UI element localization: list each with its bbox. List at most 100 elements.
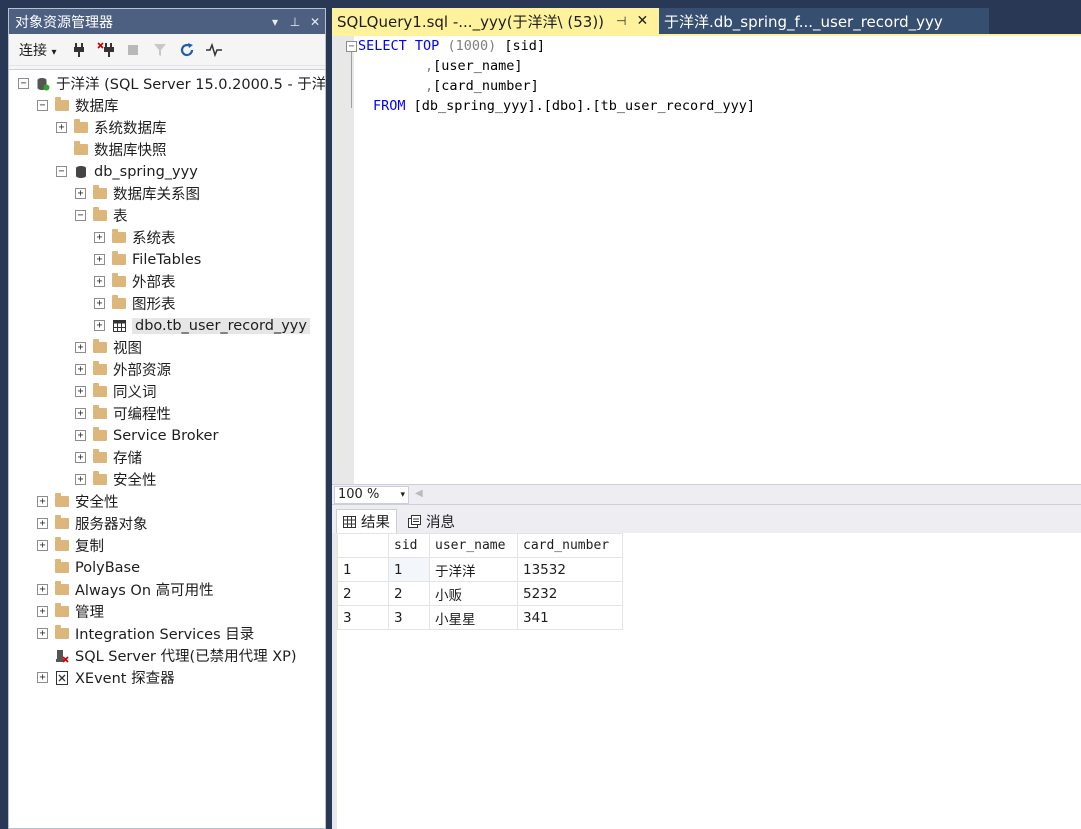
stop-icon[interactable] — [122, 39, 144, 61]
refresh-icon[interactable] — [176, 39, 198, 61]
expand-icon[interactable]: + — [94, 276, 105, 287]
tree-node-programmability[interactable]: + 可编程性 — [75, 403, 171, 424]
row-number[interactable]: 2 — [337, 581, 389, 606]
expand-icon[interactable]: + — [37, 540, 48, 551]
tree-node-filetables[interactable]: + FileTables — [94, 249, 201, 270]
expand-icon[interactable]: + — [37, 628, 48, 639]
row-number[interactable]: 3 — [337, 605, 389, 630]
tree-node-snapshots[interactable]: 数据库快照 — [56, 139, 167, 160]
tree-label: Service Broker — [113, 427, 219, 444]
expand-icon[interactable]: + — [37, 496, 48, 507]
tree-node-system-databases[interactable]: + 系统数据库 — [56, 117, 167, 138]
close-icon[interactable]: ✕ — [305, 15, 325, 29]
collapse-icon[interactable]: − — [18, 78, 29, 89]
expand-icon[interactable]: + — [37, 606, 48, 617]
tab-results[interactable]: 结果 — [336, 509, 397, 533]
tree-node-xevent[interactable]: + XEvent 探查器 — [37, 667, 175, 688]
expand-icon[interactable]: + — [94, 298, 105, 309]
table-row[interactable]: 3 3 小星星 341 — [337, 605, 623, 630]
tree-node-security[interactable]: + 安全性 — [37, 491, 119, 512]
row-number-header[interactable] — [337, 533, 389, 558]
tree-label: 服务器对象 — [75, 517, 148, 533]
expand-icon[interactable]: + — [75, 188, 86, 199]
column-header[interactable]: card_number — [517, 533, 623, 558]
tree-node-service-broker[interactable]: + Service Broker — [75, 425, 218, 446]
tree-node-agent[interactable]: SQL Server 代理(已禁用代理 XP) — [37, 645, 297, 666]
connect-button[interactable]: 连接 ▾ — [15, 38, 60, 62]
expand-icon[interactable]: + — [37, 518, 48, 529]
pin-icon[interactable]: ⊥ — [285, 15, 305, 29]
disconnect-icon[interactable] — [95, 39, 117, 61]
results-grid[interactable]: sid user_name card_number 1 1 于洋洋 13532 … — [337, 533, 623, 630]
expand-icon[interactable]: + — [94, 254, 105, 265]
tree-node-system-tables[interactable]: + 系统表 — [94, 227, 176, 248]
tree-label: 外部表 — [132, 275, 176, 291]
table-row[interactable]: 2 2 小贩 5232 — [337, 581, 623, 606]
column-header[interactable]: sid — [388, 533, 430, 558]
expand-icon[interactable]: + — [94, 320, 105, 331]
expand-icon[interactable]: + — [94, 232, 105, 243]
row-number[interactable]: 1 — [337, 557, 389, 582]
grid-cell[interactable]: 小贩 — [429, 581, 518, 606]
tree-node-external-resources[interactable]: + 外部资源 — [75, 359, 171, 380]
pin-icon[interactable]: ⊣ — [616, 14, 626, 28]
tree-node-database[interactable]: − db_spring_yyy — [56, 161, 198, 182]
zoom-bar: 100 % ▾ ◀ — [332, 484, 1081, 504]
collapse-icon[interactable]: − — [75, 210, 86, 221]
tree-node-views[interactable]: + 视图 — [75, 337, 142, 358]
tree-node-external-tables[interactable]: + 外部表 — [94, 271, 176, 292]
tree-node-tables[interactable]: − 表 — [75, 205, 128, 226]
scroll-left-icon[interactable]: ◀ — [415, 488, 423, 499]
tree-node-storage[interactable]: + 存储 — [75, 447, 142, 468]
tree-node-user-table[interactable]: + dbo.tb_user_record_yyy — [94, 315, 310, 336]
tree-label: Integration Services 目录 — [75, 627, 255, 643]
tree-node-server-objects[interactable]: + 服务器对象 — [37, 513, 148, 534]
tree-node-management[interactable]: + 管理 — [37, 601, 104, 622]
expand-icon[interactable]: + — [37, 672, 48, 683]
grid-cell[interactable]: 341 — [517, 605, 623, 630]
tree-node-synonyms[interactable]: + 同义词 — [75, 381, 157, 402]
grid-cell[interactable]: 13532 — [517, 557, 623, 582]
window-position-dropdown-icon[interactable]: ▾ — [265, 15, 285, 29]
expand-icon[interactable]: + — [75, 430, 86, 441]
grid-cell[interactable]: 2 — [388, 581, 430, 606]
expand-icon[interactable]: + — [75, 408, 86, 419]
tree-node-server[interactable]: − 于洋洋 (SQL Server 15.0.2000.5 - 于洋 — [18, 73, 325, 94]
expand-icon[interactable]: + — [75, 364, 86, 375]
collapse-icon[interactable]: − — [37, 100, 48, 111]
close-icon[interactable]: ✕ — [636, 13, 648, 29]
column-header[interactable]: user_name — [429, 533, 518, 558]
expand-icon[interactable]: + — [75, 342, 86, 353]
folder-icon — [55, 581, 69, 595]
tree-node-graph-tables[interactable]: + 图形表 — [94, 293, 176, 314]
tree-node-diagrams[interactable]: + 数据库关系图 — [75, 183, 200, 204]
grid-cell[interactable]: 3 — [388, 605, 430, 630]
connect-plug-icon[interactable] — [68, 39, 90, 61]
expand-icon[interactable]: + — [37, 584, 48, 595]
grid-cell[interactable]: 小星星 — [429, 605, 518, 630]
table-row[interactable]: 1 1 于洋洋 13532 — [337, 557, 623, 582]
tree-node-databases[interactable]: − 数据库 — [37, 95, 119, 116]
expand-icon[interactable]: + — [75, 474, 86, 485]
tab-table-data[interactable]: 于洋洋.db_spring_f..._user_record_yyy — [659, 8, 989, 34]
tree-node-replication[interactable]: + 复制 — [37, 535, 104, 556]
tree-node-db-security[interactable]: + 安全性 — [75, 469, 157, 490]
query-editor[interactable]: − SELECT TOP (1000) [sid] ,[user_name] ,… — [332, 34, 1081, 484]
expand-icon[interactable]: + — [75, 452, 86, 463]
filter-icon[interactable] — [149, 39, 171, 61]
activity-monitor-icon[interactable] — [203, 39, 225, 61]
expand-icon[interactable]: + — [56, 122, 67, 133]
grid-cell[interactable]: 5232 — [517, 581, 623, 606]
folder-icon — [55, 493, 69, 507]
expand-icon[interactable]: + — [75, 386, 86, 397]
tree-node-integration-services[interactable]: + Integration Services 目录 — [37, 623, 254, 644]
code-area[interactable]: SELECT TOP (1000) [sid] ,[user_name] ,[c… — [354, 36, 1081, 484]
collapse-icon[interactable]: − — [56, 166, 67, 177]
grid-cell[interactable]: 1 — [388, 557, 430, 582]
grid-cell[interactable]: 于洋洋 — [429, 557, 518, 582]
tab-messages[interactable]: 消息 — [402, 509, 461, 533]
tab-sql-query[interactable]: SQLQuery1.sql -..._yyy(于洋洋\ (53)) ⊣ ✕ — [332, 8, 659, 34]
zoom-select[interactable]: 100 % ▾ — [334, 486, 409, 504]
tree-node-always-on[interactable]: + Always On 高可用性 — [37, 579, 214, 600]
tree-node-polybase[interactable]: PolyBase — [37, 557, 140, 578]
